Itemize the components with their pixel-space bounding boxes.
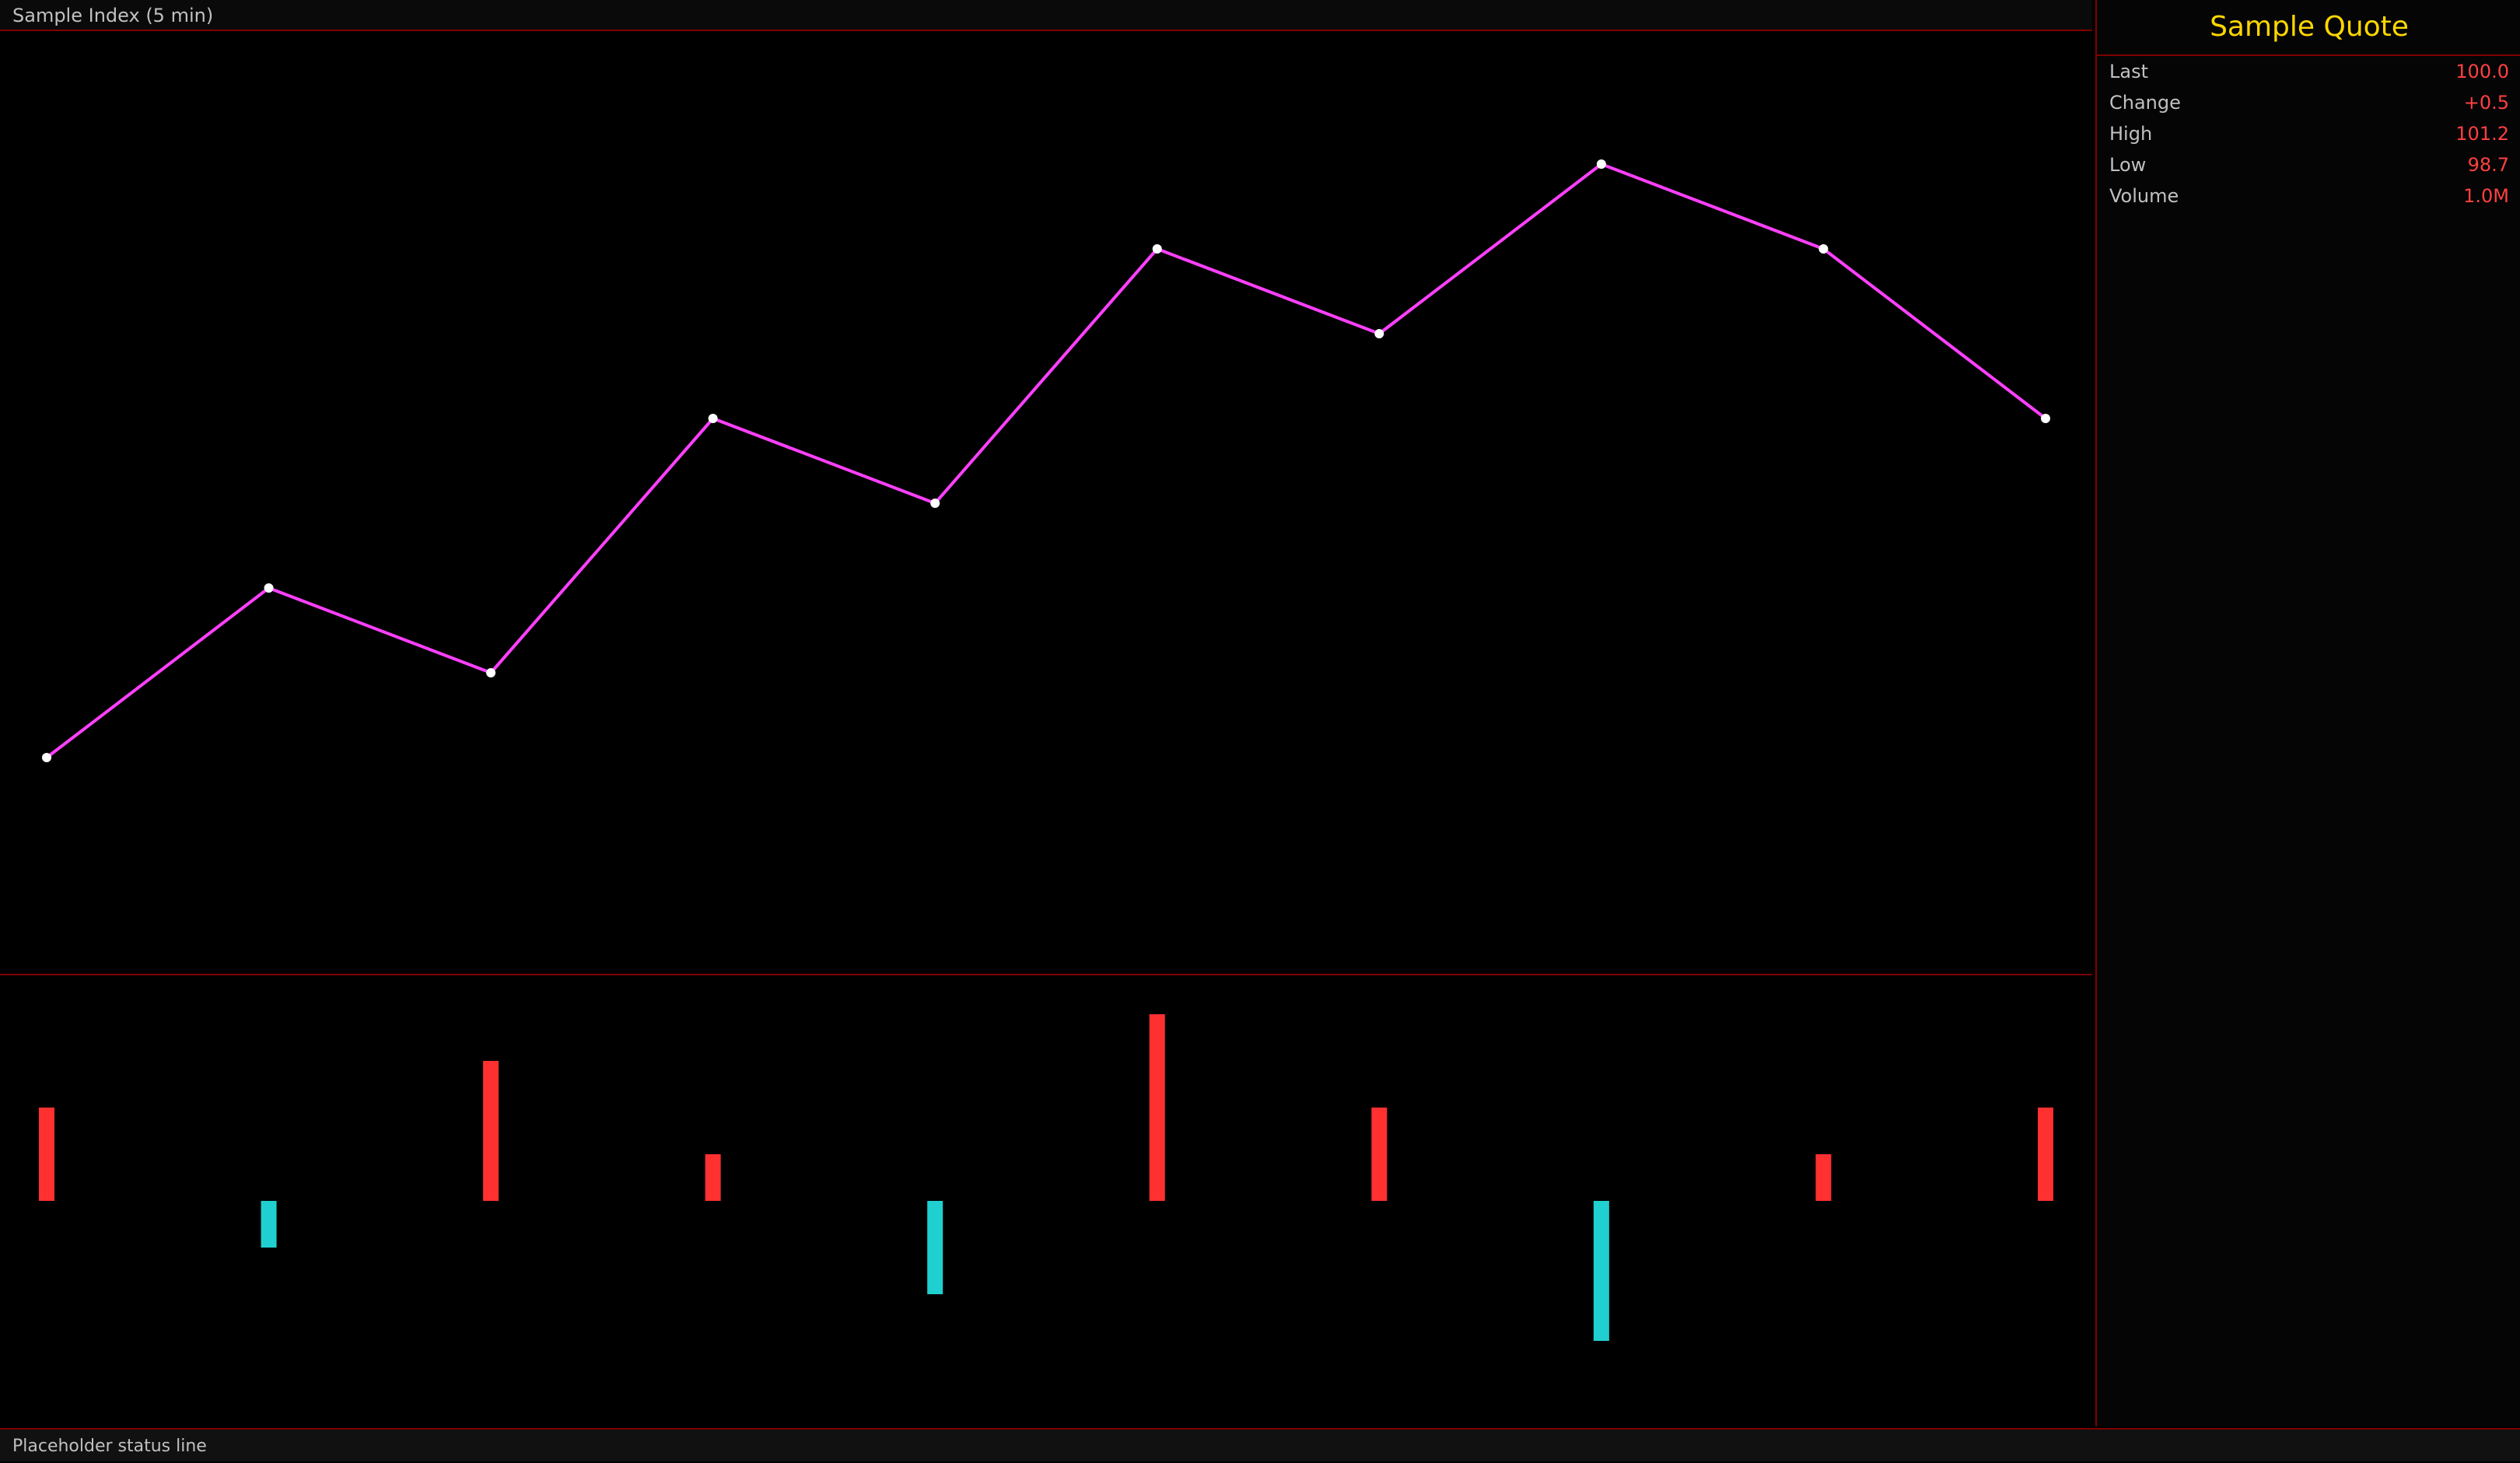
price-line [45,162,2047,759]
indicator-bar [39,1108,54,1201]
price-point [42,753,51,762]
quote-value: +0.5 [2463,92,2509,114]
quote-label: Change [2109,92,2181,114]
indicator-bar [1593,1201,1609,1341]
price-point [264,583,274,593]
status-bar: Placeholder status line [0,1428,2520,1461]
price-point [1374,329,1384,338]
quote-row: Change +0.5 [2097,87,2520,118]
quote-label: High [2109,123,2153,145]
quote-panel: Sample Quote Last 100.0 Change +0.5 High 101.… [2095,0,2520,1426]
price-point [1152,244,1162,254]
quote-value: 98.7 [2467,154,2509,176]
indicator-panel[interactable] [0,975,2092,1426]
quote-title: Sample Quote [2097,0,2520,56]
indicator-bar [261,1201,277,1248]
indicator-bar [1815,1154,1832,1201]
quote-row: High 101.2 [2097,118,2520,149]
quote-row: Volume 1.0M [2097,180,2520,212]
price-point [930,499,940,508]
quote-label: Low [2109,154,2147,176]
price-point [1596,159,1606,169]
indicator-bar [2038,1108,2053,1201]
quote-row: Last 100.0 [2097,56,2520,87]
header-caption: Sample Index (5 min) [12,5,214,26]
indicator-chart[interactable] [0,975,2092,1426]
price-chart[interactable] [0,33,2092,974]
status-text: Placeholder status line [12,1437,207,1456]
quote-row: Low 98.7 [2097,149,2520,180]
quote-rows: Last 100.0 Change +0.5 High 101.2 Low 98.7 Volum… [2097,56,2520,212]
price-point [2041,414,2050,423]
quote-label: Volume [2109,185,2179,207]
indicator-bar [705,1154,721,1201]
indicator-bar [927,1201,943,1294]
quote-value: 101.2 [2455,123,2509,145]
quote-label: Last [2109,61,2148,82]
price-point [1818,244,1829,254]
indicator-bar [1149,1014,1165,1201]
quote-value: 1.0M [2463,185,2509,207]
price-chart-panel[interactable] [0,33,2092,975]
header-bar: Sample Index (5 min) [0,0,2092,31]
quote-value: 100.0 [2455,61,2509,82]
price-point [486,668,496,677]
indicator-bar [483,1061,499,1201]
price-point [708,414,718,423]
indicator-bar [1371,1108,1388,1201]
